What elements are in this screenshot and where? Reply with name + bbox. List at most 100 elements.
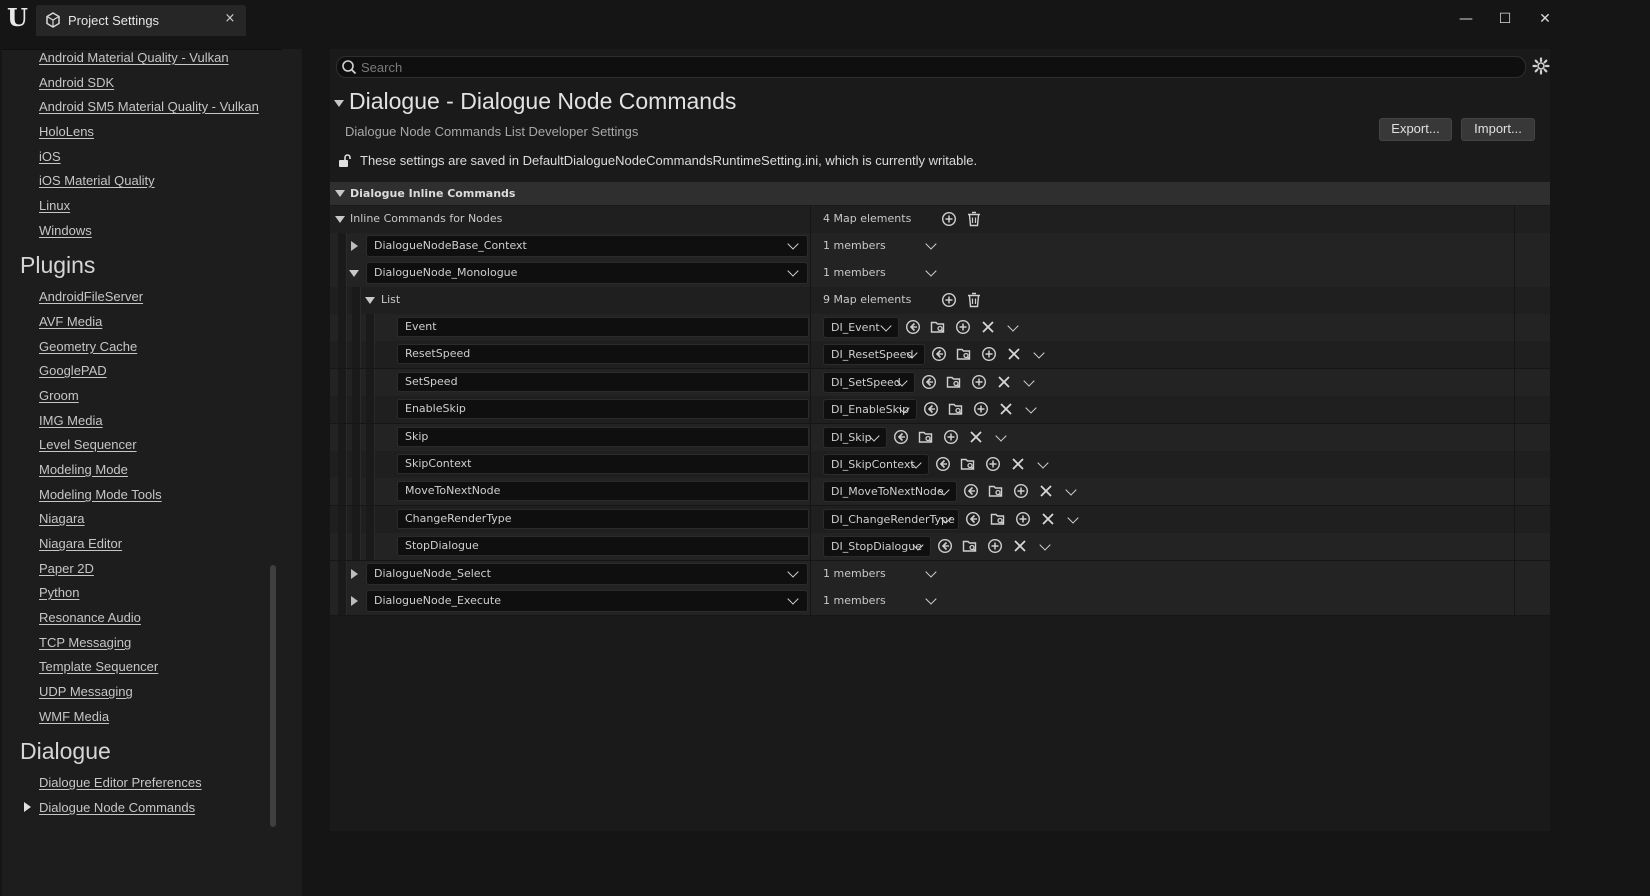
sidebar-item-ios-material-quality[interactable]: iOS Material Quality bbox=[39, 173, 155, 188]
add-icon[interactable] bbox=[973, 401, 989, 417]
entry-key-field[interactable]: EnableSkip bbox=[397, 399, 809, 420]
entry-value-combo[interactable]: DI_SetSpeed bbox=[823, 371, 915, 393]
entry-key-field[interactable]: MoveToNextNode bbox=[397, 481, 809, 502]
clear-icon[interactable] bbox=[998, 401, 1014, 417]
add-icon[interactable] bbox=[943, 429, 959, 445]
entry-value-combo[interactable]: DI_Event bbox=[823, 317, 899, 338]
browse-asset-icon[interactable] bbox=[930, 319, 946, 335]
add-element-icon[interactable] bbox=[941, 211, 957, 227]
entry-value-combo[interactable]: DI_MoveToNextNode bbox=[823, 481, 957, 503]
sidebar-item-tcp-messaging[interactable]: TCP Messaging bbox=[39, 635, 131, 650]
add-icon[interactable] bbox=[1013, 483, 1029, 499]
collapse-inline-commands-icon[interactable] bbox=[335, 216, 345, 223]
browse-asset-icon[interactable] bbox=[988, 483, 1004, 499]
use-selected-asset-icon[interactable] bbox=[963, 483, 979, 499]
expand-node-icon[interactable] bbox=[351, 569, 358, 579]
trash-icon[interactable] bbox=[966, 292, 982, 308]
entry-key-field[interactable]: ChangeRenderType bbox=[397, 508, 809, 529]
use-selected-asset-icon[interactable] bbox=[921, 374, 937, 390]
add-icon[interactable] bbox=[981, 346, 997, 362]
browse-asset-icon[interactable] bbox=[990, 511, 1006, 527]
entry-value-combo[interactable]: DI_Skip bbox=[823, 426, 887, 448]
sidebar-item-android-sm5-material-quality-vulkan[interactable]: Android SM5 Material Quality - Vulkan bbox=[39, 99, 259, 114]
entry-key-field[interactable]: Skip bbox=[397, 426, 809, 447]
entry-value-combo[interactable]: DI_ResetSpeed bbox=[823, 344, 925, 366]
entry-value-combo[interactable]: DI_ChangeRenderType bbox=[823, 508, 959, 530]
gear-icon[interactable] bbox=[1532, 57, 1550, 75]
use-selected-asset-icon[interactable] bbox=[935, 456, 951, 472]
sidebar-item-avf-media[interactable]: AVF Media bbox=[39, 314, 102, 329]
sidebar-item-niagara[interactable]: Niagara bbox=[39, 511, 85, 526]
tab-close-icon[interactable]: × bbox=[222, 11, 238, 27]
clear-icon[interactable] bbox=[1040, 511, 1056, 527]
sidebar-item-dialogue-node-commands[interactable]: Dialogue Node Commands bbox=[39, 800, 195, 815]
node-key-combo[interactable]: DialogueNode_Execute bbox=[366, 590, 808, 612]
entry-key-field[interactable]: SetSpeed bbox=[397, 371, 809, 392]
browse-asset-icon[interactable] bbox=[962, 538, 978, 554]
sidebar-item-img-media[interactable]: IMG Media bbox=[39, 413, 103, 428]
search-input[interactable] bbox=[361, 57, 1511, 77]
collapse-list-icon[interactable] bbox=[365, 297, 375, 304]
entry-key-field[interactable]: ResetSpeed bbox=[397, 344, 809, 365]
expand-node-icon[interactable] bbox=[351, 596, 358, 606]
add-icon[interactable] bbox=[1015, 511, 1031, 527]
expand-node-icon[interactable] bbox=[351, 241, 358, 251]
export-button[interactable]: Export... bbox=[1379, 118, 1452, 141]
sidebar-item-wmf-media[interactable]: WMF Media bbox=[39, 709, 109, 724]
minimize-icon[interactable]: — bbox=[1452, 8, 1480, 30]
sidebar-item-android-material-quality-vulkan[interactable]: Android Material Quality - Vulkan bbox=[39, 50, 229, 65]
add-icon[interactable] bbox=[971, 374, 987, 390]
use-selected-asset-icon[interactable] bbox=[931, 346, 947, 362]
clear-icon[interactable] bbox=[1010, 456, 1026, 472]
use-selected-asset-icon[interactable] bbox=[905, 319, 921, 335]
clear-icon[interactable] bbox=[1012, 538, 1028, 554]
sidebar-item-modeling-mode[interactable]: Modeling Mode bbox=[39, 462, 128, 477]
sidebar-item-niagara-editor[interactable]: Niagara Editor bbox=[39, 536, 122, 551]
sidebar-item-googlepad[interactable]: GooglePAD bbox=[39, 363, 107, 378]
node-key-combo[interactable]: DialogueNodeBase_Context bbox=[366, 235, 808, 257]
clear-icon[interactable] bbox=[996, 374, 1012, 390]
clear-icon[interactable] bbox=[1038, 483, 1054, 499]
window-close-icon[interactable]: ✕ bbox=[1531, 8, 1559, 30]
use-selected-asset-icon[interactable] bbox=[893, 429, 909, 445]
tab-project-settings[interactable]: Project Settings × bbox=[36, 5, 246, 36]
collapse-category-icon[interactable] bbox=[335, 190, 345, 197]
use-selected-asset-icon[interactable] bbox=[923, 401, 939, 417]
sidebar-item-androidfileserver[interactable]: AndroidFileServer bbox=[39, 289, 143, 304]
clear-icon[interactable] bbox=[980, 319, 996, 335]
add-icon[interactable] bbox=[987, 538, 1003, 554]
sidebar-item-android-sdk[interactable]: Android SDK bbox=[39, 75, 114, 90]
sidebar-item-level-sequencer[interactable]: Level Sequencer bbox=[39, 437, 137, 452]
sidebar-item-template-sequencer[interactable]: Template Sequencer bbox=[39, 659, 158, 674]
sidebar-item-udp-messaging[interactable]: UDP Messaging bbox=[39, 684, 133, 699]
add-icon[interactable] bbox=[985, 456, 1001, 472]
clear-icon[interactable] bbox=[968, 429, 984, 445]
use-selected-asset-icon[interactable] bbox=[937, 538, 953, 554]
entry-value-combo[interactable]: DI_EnableSkip bbox=[823, 399, 917, 421]
sidebar-item-resonance-audio[interactable]: Resonance Audio bbox=[39, 610, 141, 625]
collapse-node-icon[interactable] bbox=[349, 270, 359, 277]
trash-icon[interactable] bbox=[966, 211, 982, 227]
maximize-icon[interactable]: ☐ bbox=[1491, 8, 1519, 30]
sidebar-item-paper-2d[interactable]: Paper 2D bbox=[39, 561, 94, 576]
browse-asset-icon[interactable] bbox=[948, 401, 964, 417]
node-key-combo[interactable]: DialogueNode_Monologue bbox=[366, 262, 808, 284]
import-button[interactable]: Import... bbox=[1461, 118, 1535, 141]
browse-asset-icon[interactable] bbox=[918, 429, 934, 445]
browse-asset-icon[interactable] bbox=[960, 456, 976, 472]
add-element-icon[interactable] bbox=[941, 292, 957, 308]
entry-key-field[interactable]: StopDialogue bbox=[397, 536, 809, 557]
sidebar-scrollbar[interactable] bbox=[270, 565, 276, 827]
browse-asset-icon[interactable] bbox=[946, 374, 962, 390]
entry-key-field[interactable]: Event bbox=[397, 317, 809, 337]
sidebar-item-dialogue-editor-preferences[interactable]: Dialogue Editor Preferences bbox=[39, 775, 202, 790]
clear-icon[interactable] bbox=[1006, 346, 1022, 362]
collapse-section-icon[interactable] bbox=[334, 100, 344, 107]
sidebar-item-python[interactable]: Python bbox=[39, 585, 79, 600]
sidebar-item-linux[interactable]: Linux bbox=[39, 198, 70, 213]
add-icon[interactable] bbox=[955, 319, 971, 335]
entry-value-combo[interactable]: DI_StopDialogue bbox=[823, 536, 931, 558]
sidebar-item-windows[interactable]: Windows bbox=[39, 223, 92, 238]
browse-asset-icon[interactable] bbox=[956, 346, 972, 362]
sidebar-item-geometry-cache[interactable]: Geometry Cache bbox=[39, 339, 137, 354]
